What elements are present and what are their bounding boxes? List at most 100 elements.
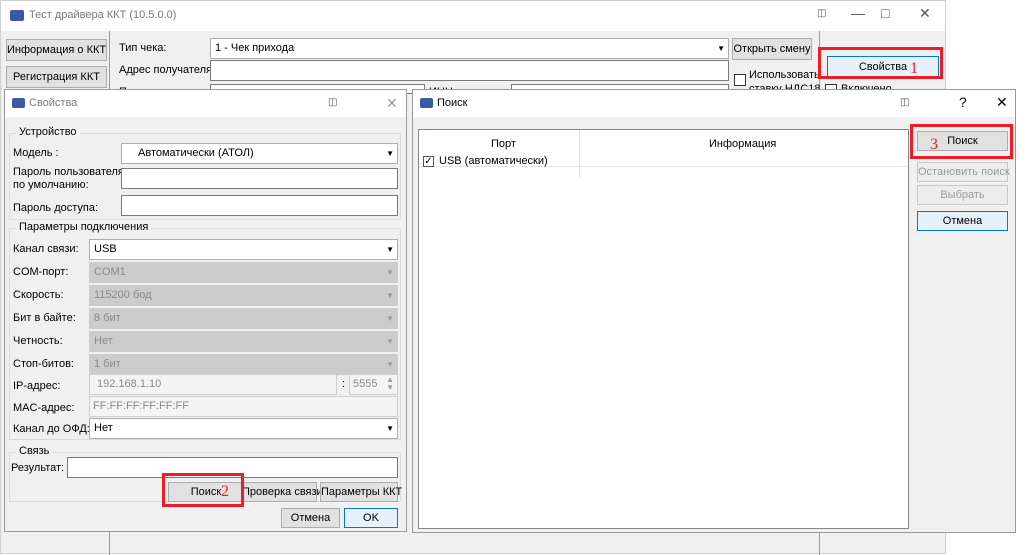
receipt-type-select[interactable]: 1 - Чек прихода ▼: [210, 38, 729, 59]
main-title: Тест драйвера ККТ (10.5.0.0): [29, 9, 177, 21]
column-header-port[interactable]: Порт: [491, 138, 516, 150]
close-icon[interactable]: ✕: [996, 94, 1008, 111]
speed-select[interactable]: 115200 бод ▼: [89, 285, 398, 306]
device-list[interactable]: Порт Информация ✓ USB (автоматически): [418, 129, 909, 529]
chevron-down-icon: ▼: [386, 360, 394, 369]
recipient-input[interactable]: [210, 60, 729, 81]
bits-select[interactable]: 8 бит ▼: [89, 308, 398, 329]
snap-icon[interactable]: ◫: [817, 8, 826, 19]
com-port-value: COM1: [94, 266, 126, 278]
parity-select[interactable]: Нет ▼: [89, 331, 398, 352]
chevron-down-icon: ▼: [386, 291, 394, 300]
main-titlebar: Тест драйвера ККТ (10.5.0.0) ◫ — □ ✕: [1, 1, 945, 31]
highlight-box-3: [910, 124, 1013, 159]
port-value: 5555: [353, 378, 378, 390]
step-number-2: 2: [221, 483, 229, 500]
speed-value: 115200 бод: [94, 289, 152, 301]
app-icon: [10, 10, 24, 21]
parity-value: Нет: [94, 335, 113, 347]
ip-value: 192.168.1.10: [97, 378, 162, 390]
column-divider: [579, 130, 580, 178]
search-title: Поиск: [437, 97, 468, 109]
bits-value: 8 бит: [94, 312, 121, 324]
column-header-info[interactable]: Информация: [709, 138, 776, 150]
access-password-input[interactable]: [121, 195, 398, 216]
checkbox-checked-icon[interactable]: ✓: [423, 156, 434, 167]
snap-icon[interactable]: ◫: [900, 97, 909, 108]
kkt-params-button[interactable]: Параметры ККТ: [320, 482, 402, 502]
properties-dialog: Свойства ◫ ✕ Устройство Модель : Автомат…: [4, 89, 407, 532]
highlight-box-1: [818, 47, 943, 79]
chevron-down-icon: ▼: [386, 245, 394, 254]
chevron-down-icon: ▼: [386, 314, 394, 323]
cancel-button[interactable]: Отмена: [917, 211, 1008, 231]
channel-label: Канал связи:: [13, 243, 79, 255]
select-button[interactable]: Выбрать: [917, 185, 1008, 205]
link-group-title: Связь: [16, 445, 53, 457]
channel-value: USB: [94, 243, 117, 255]
user-password-label-2: по умолчанию:: [13, 179, 89, 191]
stop-bits-select[interactable]: 1 бит ▼: [89, 354, 398, 375]
vat-label-1: Использовать: [749, 69, 820, 81]
close-icon[interactable]: ✕: [919, 5, 931, 22]
com-port-select[interactable]: COM1 ▼: [89, 262, 398, 283]
stop-bits-label: Стоп-битов:: [13, 358, 74, 370]
model-value: Автоматически (АТОЛ): [138, 147, 254, 159]
check-connection-button[interactable]: Проверка связи: [241, 482, 323, 502]
stop-search-button[interactable]: Остановить поиск: [917, 162, 1010, 182]
result-label: Результат:: [11, 462, 65, 474]
highlight-box-2: [162, 473, 244, 507]
mac-input[interactable]: FF:FF:FF:FF:FF:FF: [89, 396, 398, 417]
properties-titlebar: Свойства ◫ ✕: [5, 90, 406, 117]
user-password-label-1: Пароль пользователя: [13, 166, 124, 178]
com-port-label: COM-порт:: [13, 266, 69, 278]
properties-title: Свойства: [29, 97, 78, 109]
device-group-title: Устройство: [16, 126, 80, 138]
channel-select[interactable]: USB ▼: [89, 239, 398, 260]
ip-label: IP-адрес:: [13, 380, 61, 392]
snap-icon[interactable]: ◫: [328, 97, 337, 108]
user-password-input[interactable]: [121, 168, 398, 189]
dialog-icon: [12, 98, 25, 108]
vat-checkbox[interactable]: [734, 74, 746, 86]
parity-label: Четность:: [13, 335, 63, 347]
mac-label: MAC-адрес:: [13, 402, 75, 414]
speed-label: Скорость:: [13, 289, 64, 301]
mac-value: FF:FF:FF:FF:FF:FF: [93, 400, 189, 412]
connection-group-title: Параметры подключения: [16, 221, 152, 233]
ok-button[interactable]: OK: [344, 508, 398, 528]
info-button[interactable]: Информация о ККТ: [6, 39, 107, 61]
step-number-3: 3: [930, 136, 938, 153]
bits-label: Бит в байте:: [13, 312, 76, 324]
dialog-icon: [420, 98, 433, 108]
spinner-icon[interactable]: ▲ ▼: [386, 376, 394, 392]
stop-bits-value: 1 бит: [94, 358, 121, 370]
maximize-icon[interactable]: □: [881, 5, 889, 21]
port-separator: :: [342, 378, 346, 390]
minimize-icon[interactable]: —: [851, 5, 865, 21]
model-label: Модель :: [13, 147, 59, 159]
help-icon[interactable]: ?: [959, 94, 967, 110]
recipient-label: Адрес получателя:: [119, 64, 216, 76]
chevron-down-icon: ▼: [386, 268, 394, 277]
receipt-type-value: 1 - Чек прихода: [215, 42, 295, 54]
cancel-button[interactable]: Отмена: [281, 508, 340, 528]
close-icon[interactable]: ✕: [386, 95, 398, 112]
port-spinbox[interactable]: 5555 ▲ ▼: [349, 374, 398, 395]
ofd-value: Нет: [94, 422, 113, 434]
chevron-down-icon: ▼: [717, 44, 725, 53]
chevron-down-icon: ▼: [386, 149, 394, 158]
registration-button[interactable]: Регистрация ККТ: [6, 66, 107, 88]
ofd-label: Канал до ОФД:: [13, 423, 90, 435]
model-select[interactable]: Автоматически (АТОЛ) ▼: [121, 143, 398, 164]
list-item-port[interactable]: USB (автоматически): [439, 155, 548, 167]
step-number-1: 1: [910, 60, 918, 77]
ofd-select[interactable]: Нет ▼: [89, 418, 398, 439]
receipt-type-label: Тип чека:: [119, 42, 167, 54]
chevron-down-icon: ▼: [386, 424, 394, 433]
chevron-down-icon: ▼: [386, 337, 394, 346]
search-titlebar: Поиск ◫ ? ✕: [413, 90, 1015, 117]
access-password-label: Пароль доступа:: [13, 202, 99, 214]
ip-input[interactable]: 192.168.1.10: [89, 374, 337, 395]
open-shift-button[interactable]: Открыть смену: [732, 38, 812, 60]
